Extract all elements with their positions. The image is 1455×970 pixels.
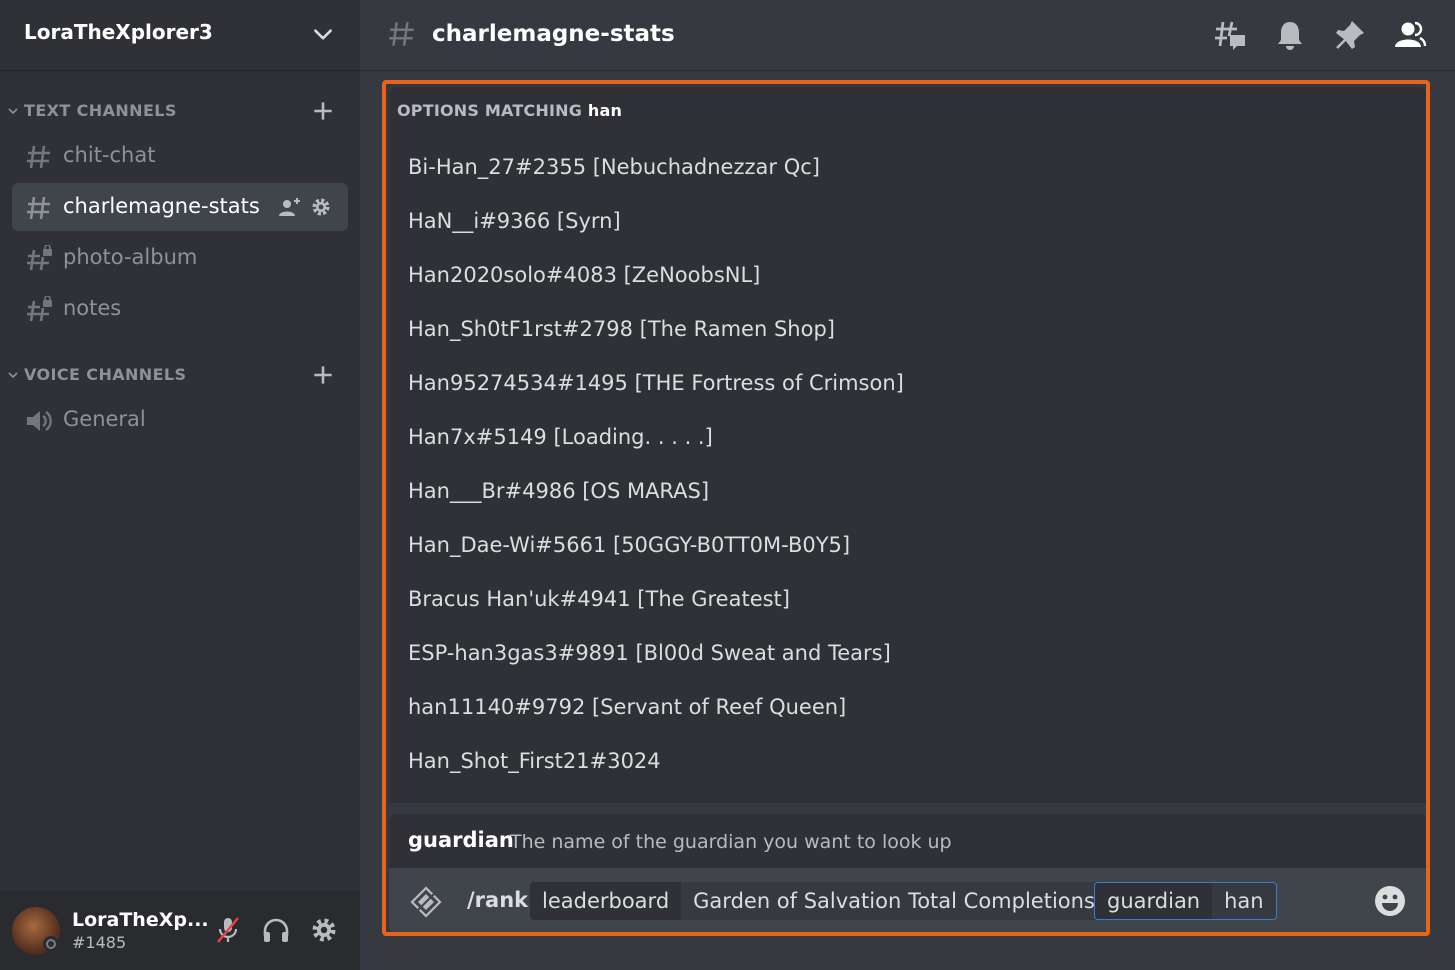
add-channel-icon[interactable] xyxy=(310,98,336,124)
create-invite-icon[interactable] xyxy=(278,195,302,219)
voice-channel-general[interactable]: General xyxy=(12,396,348,444)
category-label: TEXT CHANNELS xyxy=(24,101,177,120)
member-list-icon[interactable] xyxy=(1393,18,1427,52)
channel-label: chit-chat xyxy=(63,143,156,167)
channel-label: photo-album xyxy=(63,245,198,269)
server-header[interactable]: LoraTheXplorer3 xyxy=(0,0,360,70)
highlight-outline xyxy=(382,80,1430,936)
bell-icon[interactable] xyxy=(1273,18,1307,52)
hash-icon xyxy=(389,22,414,46)
add-channel-icon[interactable] xyxy=(310,362,336,388)
hash-icon xyxy=(27,145,50,169)
channel-sidebar: LoraTheXplorer3 TEXT CHANNELS chit-chat … xyxy=(0,0,360,970)
channel-photo-album[interactable]: photo-album xyxy=(12,234,348,282)
category-voice-channels[interactable]: VOICE CHANNELS xyxy=(0,362,360,390)
user-settings-gear-icon[interactable] xyxy=(308,914,340,946)
caret-down-icon xyxy=(8,108,18,115)
channel-label: notes xyxy=(63,296,122,320)
server-name: LoraTheXplorer3 xyxy=(24,20,213,44)
pin-icon[interactable] xyxy=(1333,18,1367,52)
channel-label: General xyxy=(63,407,146,431)
threads-icon[interactable] xyxy=(1213,18,1247,52)
channel-chit-chat[interactable]: chit-chat xyxy=(12,132,348,180)
category-text-channels[interactable]: TEXT CHANNELS xyxy=(0,98,360,126)
channel-charlemagne-stats[interactable]: charlemagne-stats xyxy=(12,183,348,231)
username: LoraTheXp... xyxy=(72,909,209,931)
speaker-icon xyxy=(27,411,52,431)
channel-notes[interactable]: notes xyxy=(12,285,348,333)
channel-label: charlemagne-stats xyxy=(63,194,260,218)
headphones-icon[interactable] xyxy=(260,914,292,946)
hash-lock-icon xyxy=(27,296,52,322)
channel-header: charlemagne-stats xyxy=(360,0,1455,70)
category-label: VOICE CHANNELS xyxy=(24,365,187,384)
channel-title: charlemagne-stats xyxy=(432,21,675,47)
caret-down-icon xyxy=(8,372,18,379)
mute-microphone-icon[interactable] xyxy=(212,914,244,946)
status-indicator xyxy=(43,936,59,952)
hash-lock-icon xyxy=(27,245,52,271)
user-discriminator: #1485 xyxy=(72,933,127,952)
gear-icon[interactable] xyxy=(309,195,333,219)
hash-icon xyxy=(27,196,50,220)
user-panel: LoraTheXp... #1485 xyxy=(0,890,360,970)
chevron-down-icon[interactable] xyxy=(310,22,336,48)
